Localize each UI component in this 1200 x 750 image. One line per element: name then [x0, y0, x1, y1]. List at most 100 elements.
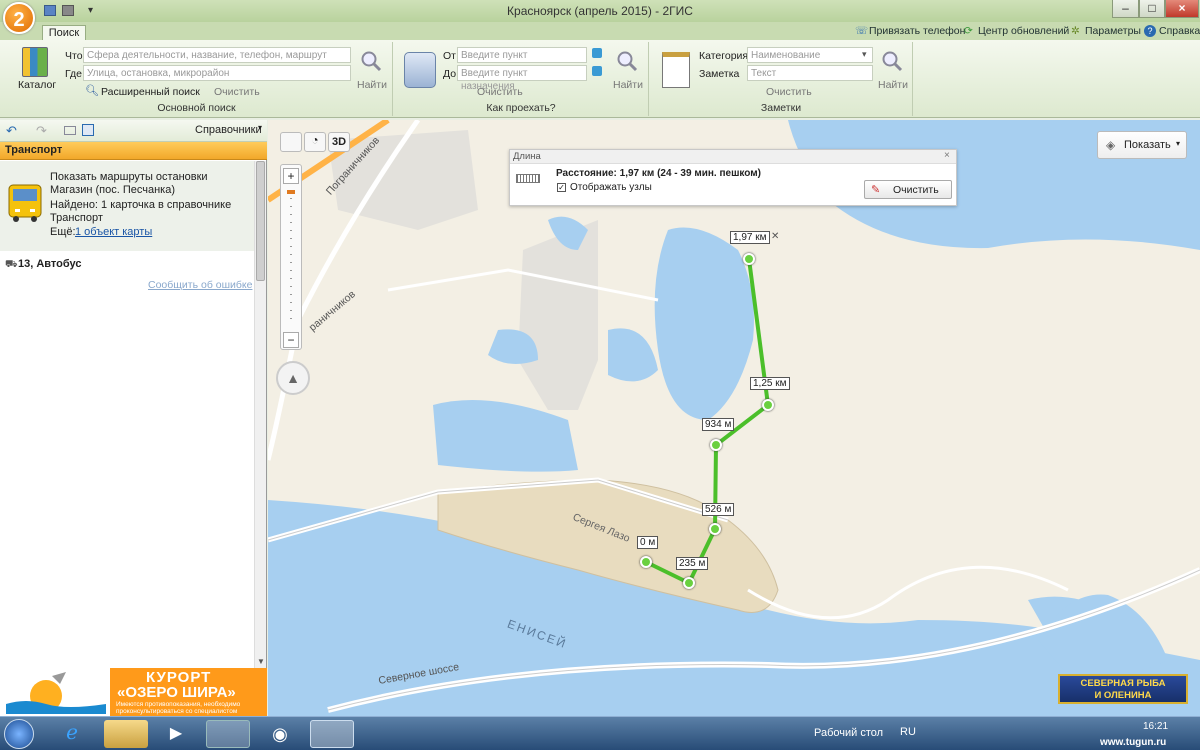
route-node[interactable]: [683, 577, 695, 589]
search-icon[interactable]: [360, 50, 382, 72]
directories-dropdown[interactable]: Справочники: [195, 124, 262, 136]
link-bind-phone[interactable]: Привязать телефон: [869, 25, 965, 37]
chrome-icon[interactable]: ◉: [258, 720, 302, 748]
ruler-tool-icon[interactable]: [280, 132, 302, 152]
chevron-down-icon: ▾: [1176, 139, 1181, 148]
scrollbar-thumb[interactable]: [256, 161, 265, 281]
print-icon[interactable]: [62, 5, 74, 16]
from-input[interactable]: Введите пункт отправления: [457, 47, 587, 74]
forward-icon[interactable]: ↷: [36, 123, 47, 139]
banner-logo: [6, 672, 106, 714]
notes-icon[interactable]: [662, 52, 690, 88]
banner-small2: проконсультироваться со специалистом: [116, 708, 238, 715]
route-search-icon[interactable]: [616, 50, 638, 72]
measure-header: [510, 150, 956, 164]
zoom-in-button[interactable]: +: [283, 168, 299, 184]
scroll-down-icon[interactable]: ▼: [257, 657, 265, 666]
link-update-center[interactable]: Центр обновлений: [978, 25, 1069, 37]
what-input[interactable]: Сфера деятельности, название, телефон, м…: [83, 47, 351, 63]
measure-clear-button[interactable]: ✎ Очистить: [864, 180, 952, 199]
to-input[interactable]: Введите пункт назначения: [457, 65, 587, 92]
catalog-button[interactable]: Каталог: [18, 79, 56, 91]
clock[interactable]: 16:21: [1143, 721, 1168, 732]
maximize-button[interactable]: □: [1139, 0, 1165, 18]
category-dropdown-icon[interactable]: ▾: [862, 49, 867, 60]
zoom-slider[interactable]: [290, 190, 292, 325]
route-label: 1,25 км: [750, 377, 790, 390]
left-scrollbar[interactable]: ▼: [254, 161, 266, 668]
gear-icon: ✲: [1071, 25, 1080, 37]
help-icon: ?: [1144, 25, 1156, 37]
zoom-thumb[interactable]: [287, 190, 295, 194]
minimize-button[interactable]: –: [1112, 0, 1139, 18]
route-label: 235 м: [676, 557, 709, 570]
firefox-icon[interactable]: [206, 720, 250, 748]
ad-banner[interactable]: СЕВЕРНАЯ РЫБА И ОЛЕНИНА: [1058, 674, 1188, 704]
note-input[interactable]: Текст: [747, 65, 873, 81]
show-layers-label: Показать: [1124, 139, 1171, 151]
show-layers-button[interactable]: ◈ Показать ▾: [1097, 131, 1187, 159]
mail-icon[interactable]: [64, 126, 76, 135]
app-logo[interactable]: 2: [3, 2, 35, 34]
find-notes-button[interactable]: Найти: [878, 79, 908, 91]
find-route-button[interactable]: Найти: [613, 79, 643, 91]
route-node[interactable]: [709, 523, 721, 535]
notes-search-icon[interactable]: [881, 50, 903, 72]
qat-dropdown-icon[interactable]: ▾: [88, 5, 98, 16]
what-label: Что: [65, 50, 83, 62]
catalog-icon[interactable]: [22, 47, 48, 77]
tab-search[interactable]: Поиск: [42, 25, 86, 41]
find-main-button[interactable]: Найти: [357, 79, 387, 91]
desktop-label[interactable]: Рабочий стол: [814, 727, 883, 739]
zoom-out-button[interactable]: −: [283, 332, 299, 348]
route-node[interactable]: [743, 253, 755, 265]
2gis-taskbar-icon[interactable]: [310, 720, 354, 748]
explorer-icon[interactable]: [104, 720, 148, 748]
where-input[interactable]: Улица, остановка, микрорайон: [83, 65, 351, 81]
resort-banner[interactable]: КУРОРТ «ОЗЕРО ШИРА» Имеются противопоказ…: [0, 668, 267, 716]
list-icon[interactable]: [82, 124, 94, 136]
report-error-link[interactable]: Сообщить об ошибке: [148, 279, 252, 291]
quick-access-icon[interactable]: [44, 5, 56, 16]
card-title[interactable]: Показать маршруты остановки Магазин (пос…: [50, 171, 250, 197]
measure-title: Длина: [513, 151, 541, 162]
card-more-link[interactable]: 1 объект карты: [75, 226, 152, 238]
route-node[interactable]: [710, 439, 722, 451]
close-button[interactable]: ×: [1165, 0, 1199, 18]
measure-close-button[interactable]: ×: [944, 150, 950, 161]
route-remove-icon[interactable]: ✕: [771, 231, 779, 242]
show-nodes-checkbox[interactable]: ✓: [557, 183, 566, 192]
3d-button[interactable]: 3D: [328, 132, 350, 152]
route-node[interactable]: [762, 399, 774, 411]
category-input[interactable]: Наименование: [747, 47, 873, 63]
note-label: Заметка: [699, 68, 740, 80]
clear-notes-button[interactable]: Очистить: [766, 86, 812, 98]
clear-route-button[interactable]: Очистить: [477, 86, 523, 98]
compass-icon[interactable]: ▲: [276, 361, 310, 395]
transport-card: Показать маршруты остановки Магазин (пос…: [0, 161, 254, 251]
route-icon[interactable]: [404, 52, 436, 88]
route-item[interactable]: 13, Автобус: [18, 258, 81, 270]
group-label-main-search: Основной поиск: [157, 102, 236, 114]
watermark: www.tugun.ru: [1100, 737, 1167, 748]
ie-icon[interactable]: ℯ: [50, 720, 94, 748]
advanced-search-button[interactable]: Расширенный поиск: [101, 86, 200, 98]
route-label: 526 м: [702, 503, 735, 516]
to-pick-icon[interactable]: [592, 66, 602, 76]
where-label: Где: [65, 68, 82, 80]
language-indicator[interactable]: RU: [900, 726, 916, 738]
media-player-icon[interactable]: ▶: [154, 720, 198, 748]
rotate-tool-icon[interactable]: ◔: [304, 132, 326, 152]
group-label-route: Как проехать?: [486, 102, 556, 114]
from-label: От: [443, 50, 456, 62]
to-label: До: [443, 68, 457, 80]
from-pick-icon[interactable]: [592, 48, 602, 58]
clear-main-button[interactable]: Очистить: [214, 86, 260, 98]
start-button[interactable]: [4, 719, 34, 749]
link-help[interactable]: Справка: [1159, 25, 1200, 37]
back-icon[interactable]: ↶: [6, 123, 17, 139]
link-settings[interactable]: Параметры: [1085, 25, 1141, 37]
route-node[interactable]: [640, 556, 652, 568]
phone-icon: ☏: [855, 25, 869, 37]
map-view[interactable]: 0 м 235 м 526 м 934 м 1,25 км 1,97 км ✕ …: [268, 120, 1200, 716]
